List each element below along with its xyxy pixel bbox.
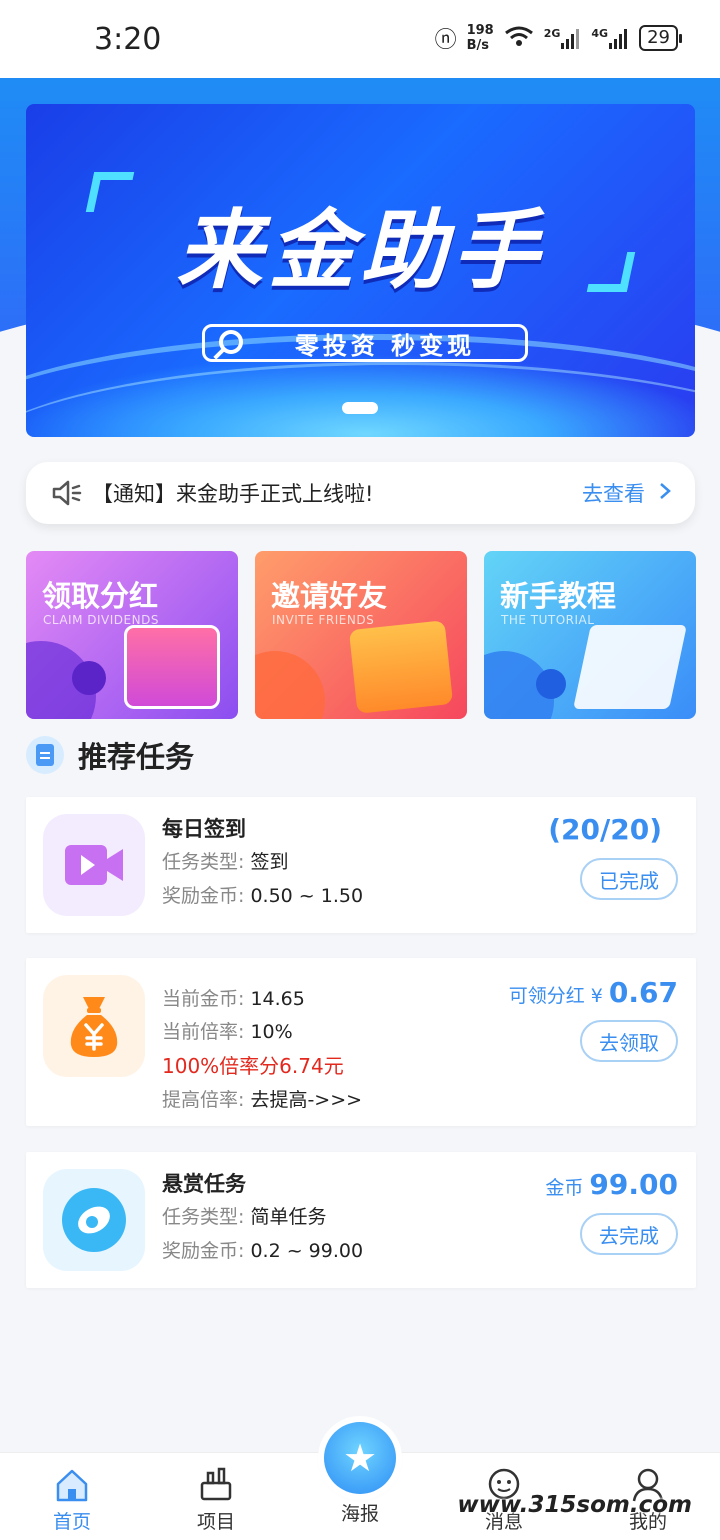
task-name: 每日签到 (162, 817, 246, 841)
wifi-icon (504, 25, 534, 51)
rate-value: 10% (250, 1021, 293, 1043)
battery-icon: 29 (639, 25, 682, 51)
task-progress: (20/20) (548, 813, 662, 846)
task-card-dividend[interactable]: 当前金币: 14.65 当前倍率: 10% 100%倍率分6.74元 提高倍率:… (26, 958, 696, 1126)
do-task-button[interactable]: 去完成 (580, 1213, 678, 1255)
rate-row: 当前倍率: 10% (162, 1017, 293, 1044)
rate-label: 当前倍率: (162, 1021, 245, 1043)
notice-more-link[interactable]: 去查看 (582, 478, 671, 508)
task-reward-label: 奖励金币: (162, 1240, 245, 1262)
card-title: 领取分红 (42, 579, 159, 613)
tab-label: 项目 (196, 1511, 235, 1533)
banner-subtitle: 零投资 秒变现 (294, 331, 476, 360)
claim-button[interactable]: 去领取 (580, 1020, 678, 1062)
status-icons: ⓝ 198 B/s 2G 4G 29 (434, 22, 682, 54)
net-speed-value: 198 (466, 23, 494, 38)
promo-banner[interactable]: 来金助手 零投资 秒变现 (26, 104, 695, 437)
task-type-value: 签到 (250, 851, 289, 873)
dividend-amount-value: 0.67 (608, 976, 678, 1009)
task-card-bounty[interactable]: 悬赏任务 任务类型: 简单任务 奖励金币: 0.2 ~ 99.00 金币 99.0… (26, 1152, 696, 1288)
section-header: 推荐任务 (26, 734, 194, 776)
notice-bar[interactable]: 【通知】来金助手正式上线啦! 去查看 (26, 462, 695, 524)
boost-label: 提高倍率: (162, 1089, 245, 1111)
task-reward-label: 奖励金币: (162, 885, 245, 907)
decor-circle (255, 651, 325, 719)
bounty-icon (43, 1169, 145, 1271)
projects-icon (198, 1467, 234, 1503)
search-icon (219, 330, 243, 354)
feature-cards: 领取分红 CLAIM DIVIDENDS 邀请好友 INVITE FRIENDS… (26, 551, 696, 719)
clock: 3:20 (94, 22, 162, 57)
dividend-highlight: 100%倍率分6.74元 (162, 1054, 344, 1078)
status-bar: 3:20 ⓝ 198 B/s 2G 4G 29 (0, 0, 720, 78)
video-icon (43, 814, 145, 916)
task-reward-value: 0.50 ~ 1.50 (250, 885, 364, 907)
task-type-value: 简单任务 (250, 1206, 327, 1228)
card-invite-friends[interactable]: 邀请好友 INVITE FRIENDS (255, 551, 467, 719)
signal-2g-label: 2G (543, 27, 561, 40)
task-name: 悬赏任务 (162, 1172, 246, 1196)
dividend-amount-label: 可领分红 ¥ (508, 985, 603, 1007)
task-type-row: 任务类型: 签到 (162, 847, 288, 874)
bounty-amount-value: 99.00 (589, 1168, 678, 1201)
card-subtitle: INVITE FRIENDS (272, 613, 375, 627)
banner-subtitle-box: 零投资 秒变现 (202, 324, 528, 362)
dividend-amount: 可领分红 ¥0.67 (509, 976, 678, 1009)
poster-fab-button[interactable]: ★ (324, 1422, 396, 1494)
coin-value: 14.65 (250, 988, 305, 1010)
card-title: 新手教程 (500, 579, 617, 613)
nfc-icon: ⓝ (434, 28, 457, 53)
task-reward-row: 奖励金币: 0.2 ~ 99.00 (162, 1236, 363, 1263)
signal-4g-label: 4G (591, 27, 609, 40)
giftbox-illustration (348, 620, 454, 714)
money-bag-icon (43, 975, 145, 1077)
home-icon (54, 1467, 90, 1503)
clipboard-icon (26, 736, 64, 774)
decor-circle (536, 669, 566, 699)
task-type-label: 任务类型: (162, 851, 245, 873)
section-title: 推荐任务 (78, 740, 195, 774)
notice-text: 【通知】来金助手正式上线啦! (92, 482, 374, 506)
chevron-right-icon (659, 481, 671, 505)
signal-2g-icon: 2G (544, 27, 582, 49)
speaker-icon (50, 478, 84, 508)
coin-label: 当前金币: (162, 988, 245, 1010)
boost-link[interactable]: 去提高->>> (250, 1089, 362, 1111)
star-icon: ★ (342, 1436, 378, 1480)
net-speed: 198 B/s (467, 23, 494, 53)
card-title: 邀请好友 (271, 579, 388, 613)
decor-circle (72, 661, 106, 695)
net-speed-unit: B/s (466, 38, 489, 53)
card-subtitle: THE TUTORIAL (501, 613, 595, 627)
bounty-amount: 金币 99.00 (545, 1168, 678, 1201)
completed-button[interactable]: 已完成 (580, 858, 678, 900)
watermark: www.315som.com (457, 1492, 692, 1518)
card-subtitle: CLAIM DIVIDENDS (43, 613, 159, 627)
tab-label: 首页 (52, 1511, 91, 1533)
bounty-amount-label: 金币 (545, 1177, 584, 1199)
task-reward-value: 0.2 ~ 99.00 (250, 1240, 364, 1262)
shop-illustration (124, 625, 220, 709)
task-type-label: 任务类型: (162, 1206, 245, 1228)
banner-title: 来金助手 (176, 201, 545, 301)
carousel-indicator[interactable] (342, 402, 378, 414)
book-illustration (573, 625, 687, 709)
tab-home[interactable]: 首页 (0, 1453, 144, 1540)
signal-4g-icon: 4G (591, 27, 629, 49)
coin-row: 当前金币: 14.65 (162, 984, 305, 1011)
card-tutorial[interactable]: 新手教程 THE TUTORIAL (484, 551, 696, 719)
card-claim-dividends[interactable]: 领取分红 CLAIM DIVIDENDS (26, 551, 238, 719)
task-reward-row: 奖励金币: 0.50 ~ 1.50 (162, 881, 363, 908)
task-type-row: 任务类型: 简单任务 (162, 1202, 326, 1229)
notice-more-label: 去查看 (582, 482, 645, 506)
task-card-daily-checkin[interactable]: 每日签到 任务类型: 签到 奖励金币: 0.50 ~ 1.50 (20/20) … (26, 797, 696, 933)
tab-projects[interactable]: 项目 (144, 1453, 288, 1540)
boost-row: 提高倍率: 去提高->>> (162, 1085, 362, 1112)
tab-label: 海报 (340, 1503, 379, 1525)
